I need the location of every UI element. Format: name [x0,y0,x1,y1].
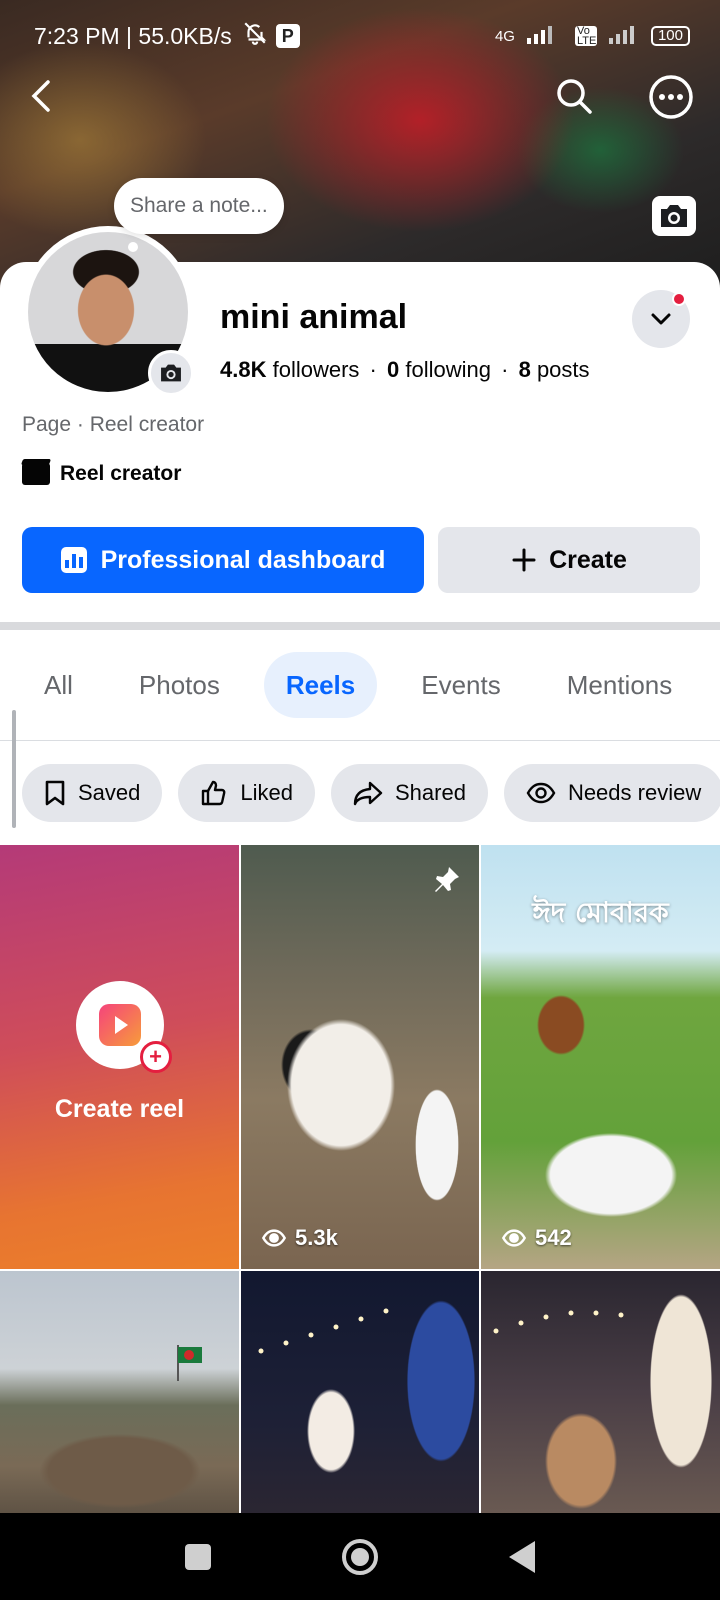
home-button[interactable] [341,1538,378,1575]
eye-icon [261,1229,287,1247]
reel-thumbnail[interactable]: ঈদ মোবারক 542 [481,845,720,1269]
view-count: 542 [501,1225,572,1251]
reels-grid: + Create reel 5.3k ঈদ মোবারক 542 [0,845,720,1515]
system-nav-bar [0,1513,720,1600]
dashboard-chart-icon [60,547,87,573]
search-icon[interactable] [552,74,596,118]
battery-indicator: 100 [650,26,690,46]
filter-label: Needs review [567,780,702,805]
scroll-indicator [12,710,16,828]
note-bubble-tail [128,242,138,252]
view-count-value: 542 [535,1225,572,1250]
stats-separator: · [369,357,377,382]
reel-thumbnail[interactable] [0,1271,239,1515]
share-note-bubble[interactable]: Share a note... [114,178,284,234]
view-count: 5.3k [261,1225,338,1251]
following-count[interactable]: 0 [387,357,399,382]
more-options-icon[interactable] [648,74,694,120]
filter-label: Shared [394,780,466,805]
signal-icon-2 [607,24,641,48]
notification-dot [672,292,686,306]
status-bar: 7:23 PM | 55.0KB/s P 4G Vo LTE 100 [34,18,690,54]
followers-count[interactable]: 4.8K [220,357,266,382]
create-reel-label: Create reel [54,1094,185,1123]
professional-dashboard-button[interactable]: Professional dashboard [22,527,424,593]
reel-thumbnail[interactable]: 5.3k [241,845,479,1269]
plus-icon [512,548,536,572]
status-time: 7:23 PM | 55.0KB/s [34,22,232,49]
nav-back-button[interactable] [508,1540,535,1573]
posts-count: 8 [518,357,531,382]
create-label: Create [549,545,627,574]
thumbs-up-icon [202,780,226,806]
reel-overlay-text: ঈদ মোবারক [532,896,669,929]
profile-stats: 4.8K followers · 0 following · 8 posts [220,357,590,383]
filter-label: Saved [78,780,141,805]
create-button[interactable]: Create [438,527,700,593]
clapperboard-icon [22,463,50,485]
content-tabs: All Photos Reels Events Mentions [0,652,720,718]
professional-dashboard-label: Professional dashboard [100,545,386,574]
eye-icon [501,1229,527,1247]
string-lights [493,1310,624,1334]
network-type: 4G [494,27,515,45]
reel-circle: + [75,980,172,1073]
chevron-down-icon [651,313,671,325]
share-icon [353,781,383,806]
add-icon: + [139,1040,172,1073]
page-name: mini animal [220,298,408,336]
edit-cover-camera-icon[interactable] [652,196,696,236]
posts-label: posts [536,357,590,382]
badge-label: Reel creator [60,462,182,485]
signal-icon [525,24,565,48]
volte-badge: Vo LTE [574,25,597,47]
eye-icon [526,782,556,804]
reels-icon [98,1003,141,1046]
profile-switcher-button[interactable] [632,290,690,348]
mute-icon [242,20,268,52]
reel-creator-badge[interactable]: Reel creator [22,462,181,486]
tab-reels[interactable]: Reels [263,652,378,718]
string-lights [258,1308,389,1354]
page-category: Page · Reel creator [22,413,205,436]
section-divider [0,622,720,630]
filter-needs-review[interactable]: Needs review [503,764,720,822]
following-label[interactable]: following [405,357,491,382]
followers-label[interactable]: followers [273,357,360,382]
create-reel-tile[interactable]: + Create reel [0,845,239,1269]
filter-shared[interactable]: Shared [330,764,488,822]
filter-liked[interactable]: Liked [178,764,315,822]
tab-events[interactable]: Events [399,652,523,718]
tab-mentions[interactable]: Mentions [545,652,695,718]
view-count-value: 5.3k [295,1225,338,1250]
flag-icon [177,1345,202,1381]
tabs-divider [0,740,720,741]
tab-photos[interactable]: Photos [117,652,242,718]
stats-separator: · [501,357,509,382]
tab-all[interactable]: All [22,652,95,718]
reel-thumbnail[interactable] [481,1271,720,1515]
filter-saved[interactable]: Saved [22,764,163,822]
edit-avatar-camera-icon[interactable] [148,350,194,396]
recent-apps-button[interactable] [185,1543,212,1570]
parking-icon: P [275,24,300,48]
back-button[interactable] [20,74,64,118]
bookmark-icon [45,780,65,806]
reel-filters: Saved Liked Shared Needs review [22,764,720,822]
home-dot [350,1547,369,1566]
reel-thumbnail[interactable] [241,1271,479,1515]
filter-label: Liked [240,780,293,805]
pin-icon [435,867,459,892]
